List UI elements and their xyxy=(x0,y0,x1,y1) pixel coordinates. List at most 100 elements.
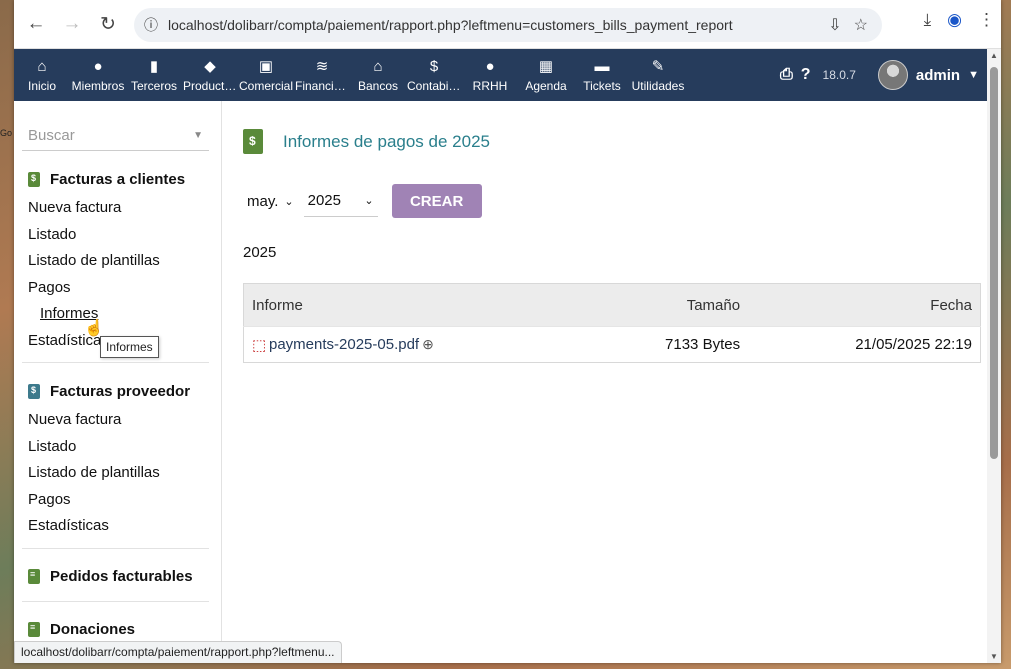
topmenu-label: Contabilidad xyxy=(407,78,461,93)
year-select[interactable]: 2025 ⌄ xyxy=(303,185,378,217)
ticket-icon: ▬ xyxy=(594,57,610,75)
page-title: Informes de pagos de 2025 xyxy=(283,131,490,151)
pdf-icon: ⬚ xyxy=(252,337,267,354)
scroll-up-icon[interactable]: ▲ xyxy=(990,51,998,60)
page-scrollbar[interactable]: ▲ ▼ xyxy=(987,49,1001,663)
section-billable-orders[interactable]: Pedidos facturables xyxy=(22,567,209,587)
topmenu-item-financiera[interactable]: ≋ Financiera xyxy=(294,49,350,101)
sidebar-item-list[interactable]: Listado xyxy=(22,434,209,461)
scroll-thumb[interactable] xyxy=(990,67,998,459)
year-heading: 2025 xyxy=(243,244,277,261)
file-date: 21/05/2025 22:19 xyxy=(748,326,981,363)
help-icon[interactable]: ? xyxy=(801,66,811,84)
column-header-report[interactable]: Informe xyxy=(243,283,590,327)
topmenu-item-contabilidad[interactable]: $ Contabilidad xyxy=(406,49,462,101)
topmenu-item-productos[interactable]: ◆ Productos xyxy=(182,49,238,101)
bank-icon: ⌂ xyxy=(373,57,383,75)
chevron-down-icon: ⌄ xyxy=(284,195,294,208)
topmenu-label: Productos xyxy=(183,78,237,93)
topmenu-label: Financiera xyxy=(295,78,349,93)
browser-menu-icon[interactable]: ⋮ xyxy=(978,10,995,30)
topmenu-item-utilidades[interactable]: ✎ Utilidades xyxy=(630,49,686,101)
topmenu-label: Bancos xyxy=(357,78,399,93)
app-top-menu: ⌂ Inicio ● Miembros ▮ Terceros ◆ Productos ▣ Come… xyxy=(14,49,987,101)
sidebar-item-reports[interactable]: Informes xyxy=(22,301,209,328)
hand-cursor-icon: ☝ xyxy=(84,320,104,337)
section-customer-invoices[interactable]: Facturas a clientes xyxy=(22,169,209,189)
topmenu-label: Tickets xyxy=(583,78,621,93)
calendar-icon: ▦ xyxy=(538,57,554,75)
building-icon: ▮ xyxy=(149,57,159,75)
sidebar-item-list[interactable]: Listado xyxy=(22,222,209,249)
avatar[interactable] xyxy=(877,60,908,90)
create-button[interactable]: CREAR xyxy=(391,184,482,218)
reports-table: Informe Tamaño Fecha ⬚ payments-2025-05.p… xyxy=(243,283,981,363)
chevron-down-icon: ⌄ xyxy=(364,195,374,207)
coins-icon: ≋ xyxy=(315,57,329,75)
sidebar-item-new-invoice[interactable]: Nueva factura xyxy=(22,407,209,434)
topmenu-label: RRHH xyxy=(472,78,508,93)
briefcase-icon: ▣ xyxy=(258,57,274,75)
zoom-preview-icon[interactable]: ⊕ xyxy=(422,336,434,352)
scroll-down-icon[interactable]: ▼ xyxy=(990,652,998,661)
report-file-link[interactable]: payments-2025-05.pdf xyxy=(269,336,419,353)
browser-window: ← → ↻ ⓘ localhost/dolibarr/compta/paieme… xyxy=(14,0,1001,663)
user-tie-icon: ● xyxy=(485,57,495,75)
sidebar-item-payments[interactable]: Pagos xyxy=(22,487,209,514)
topmenu-item-terceros[interactable]: ▮ Terceros xyxy=(126,49,182,101)
chevron-down-icon[interactable]: ▼ xyxy=(193,130,203,141)
topmenu-item-inicio[interactable]: ⌂ Inicio xyxy=(14,49,70,101)
wrench-icon: ✎ xyxy=(651,57,665,75)
bookmark-star-icon[interactable]: ☆ xyxy=(854,15,868,35)
month-select[interactable]: may. ⌄ xyxy=(243,185,298,217)
topmenu-item-tickets[interactable]: ▬ Tickets xyxy=(574,49,630,101)
sidebar-item-templates[interactable]: Listado de plantillas xyxy=(22,248,209,275)
sidebar-item-statistics[interactable]: Estadísticas xyxy=(22,513,209,540)
section-supplier-invoices[interactable]: Facturas proveedor xyxy=(22,381,209,401)
topmenu-label: Terceros xyxy=(130,78,177,93)
topmenu-label: Miembros xyxy=(71,78,125,93)
order-icon xyxy=(28,569,40,584)
topmenu-label: Inicio xyxy=(27,78,56,93)
dollar-search-icon: $ xyxy=(429,57,439,75)
topmenu-item-miembros[interactable]: ● Miembros xyxy=(70,49,126,101)
chevron-down-icon[interactable]: ▼ xyxy=(968,69,979,81)
site-info-icon[interactable]: ⓘ xyxy=(134,15,168,35)
section-donations[interactable]: Donaciones xyxy=(22,620,209,640)
status-bar: localhost/dolibarr/compta/paiement/rappo… xyxy=(14,641,342,663)
column-header-size[interactable]: Tamaño xyxy=(589,283,749,327)
search-placeholder: Buscar xyxy=(28,127,75,144)
download-icon[interactable]: ⤓ xyxy=(924,10,932,30)
sidebar-item-new-invoice[interactable]: Nueva factura xyxy=(22,195,209,222)
column-header-date[interactable]: Fecha xyxy=(748,283,981,327)
desktop-text-fragment: Go xyxy=(0,128,13,138)
forward-button[interactable]: → xyxy=(54,6,90,42)
url-text[interactable]: localhost/dolibarr/compta/paiement/rappo… xyxy=(168,17,828,33)
topmenu-item-bancos[interactable]: ⌂ Bancos xyxy=(350,49,406,101)
browser-toolbar: ← → ↻ ⓘ localhost/dolibarr/compta/paieme… xyxy=(14,0,1001,49)
table-row: ⬚ payments-2025-05.pdf ⊕ 7133 Bytes 21/05/… xyxy=(243,326,981,363)
topmenu-label: Utilidades xyxy=(631,78,685,93)
file-size: 7133 Bytes xyxy=(589,326,749,363)
install-app-icon[interactable]: ⇩ xyxy=(828,15,841,35)
user-name[interactable]: admin xyxy=(916,67,960,84)
cube-icon: ◆ xyxy=(204,57,216,75)
profile-icon[interactable]: ◉ xyxy=(947,10,962,30)
topmenu-item-rrhh[interactable]: ● RRHH xyxy=(462,49,518,101)
print-icon[interactable]: ⎙ xyxy=(780,66,793,84)
reload-button[interactable]: ↻ xyxy=(90,6,126,42)
donation-icon xyxy=(28,622,40,637)
left-sidebar: Buscar ▼ Facturas a clientes Nueva factu… xyxy=(14,101,222,663)
address-bar[interactable]: ⓘ localhost/dolibarr/compta/paiement/rap… xyxy=(134,8,882,42)
topmenu-item-comercial[interactable]: ▣ Comercial xyxy=(238,49,294,101)
sidebar-item-templates[interactable]: Listado de plantillas xyxy=(22,460,209,487)
sidebar-item-payments[interactable]: Pagos xyxy=(22,275,209,302)
invoice-icon xyxy=(243,129,263,154)
invoice-icon xyxy=(28,171,40,187)
home-icon: ⌂ xyxy=(37,57,47,75)
invoice-icon xyxy=(28,383,40,399)
back-button[interactable]: ← xyxy=(18,6,54,42)
sidebar-search[interactable]: Buscar ▼ xyxy=(22,121,209,151)
topmenu-item-agenda[interactable]: ▦ Agenda xyxy=(518,49,574,101)
tooltip: Informes xyxy=(100,336,159,358)
